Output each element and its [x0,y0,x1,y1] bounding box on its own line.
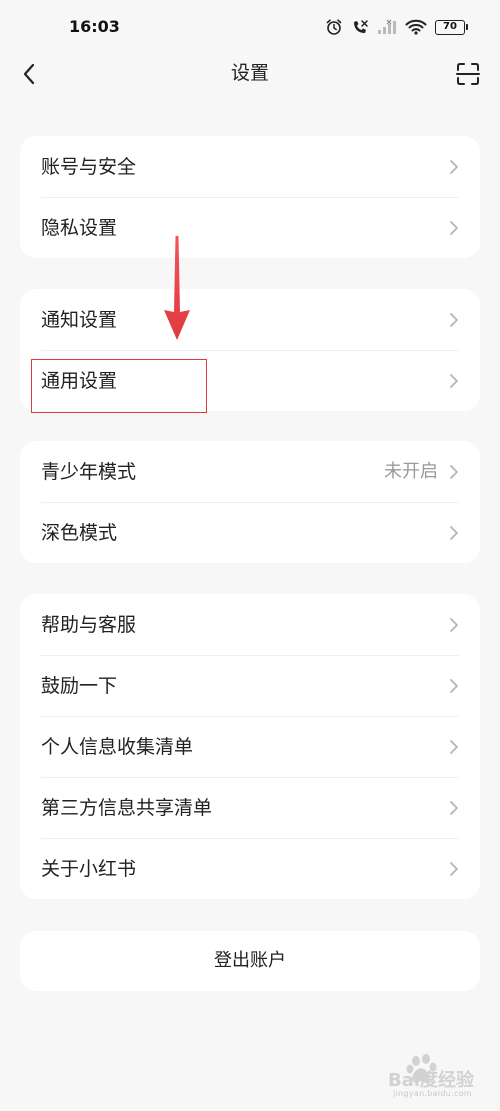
settings-item-label: 通知设置 [41,308,118,331]
wifi-icon [405,19,427,35]
page-title: 设置 [230,62,269,84]
settings-item-teen-mode[interactable]: 青少年模式 未开启 [20,441,480,502]
settings-item-label: 关于小红书 [41,857,137,880]
watermark-brand: Bai度经验 [388,1069,475,1091]
teen-mode-status: 未开启 [384,460,438,482]
settings-item-about[interactable]: 关于小红书 [20,838,480,899]
logout-button[interactable]: 登出账户 [20,931,480,991]
logout-label: 登出账户 [214,950,286,971]
back-button[interactable] [14,59,44,89]
settings-item-encourage[interactable]: 鼓励一下 [20,655,480,716]
annotation-highlight-box [31,359,207,413]
nav-bar: 设置 [0,50,500,100]
settings-item-label: 隐私设置 [41,216,118,239]
back-arrow-icon [23,63,35,85]
settings-group-modes: 青少年模式 未开启 深色模式 [20,441,480,563]
settings-item-label: 鼓励一下 [41,674,118,697]
battery-level: 70 [443,20,457,32]
chevron-right-icon [448,616,460,634]
call-blocked-icon [351,18,369,36]
chevron-right-icon [448,463,460,481]
status-bar: 16:03 70 [0,0,500,50]
annotation-arrow-icon [164,236,190,340]
chevron-right-icon [448,799,460,817]
chevron-right-icon [448,738,460,756]
settings-item-label: 第三方信息共享清单 [41,796,213,819]
settings-group-account: 账号与安全 隐私设置 [20,136,480,258]
settings-item-third-party-sharing[interactable]: 第三方信息共享清单 [20,777,480,838]
settings-item-account-security[interactable]: 账号与安全 [20,136,480,197]
chevron-right-icon [448,311,460,329]
signal-icon [377,19,397,35]
battery-icon: 70 [435,19,465,35]
watermark-site: jingyan.baidu.com [393,1089,472,1098]
settings-item-help[interactable]: 帮助与客服 [20,594,480,655]
settings-item-privacy[interactable]: 隐私设置 [20,197,480,258]
scan-button[interactable] [452,59,484,89]
status-time: 16:03 [69,17,120,36]
battery-indicator: 70 [435,19,468,35]
settings-item-label: 帮助与客服 [41,613,137,636]
chevron-right-icon [448,524,460,542]
settings-item-label: 账号与安全 [41,155,137,178]
chevron-right-icon [448,860,460,878]
chevron-right-icon [448,677,460,695]
settings-item-dark-mode[interactable]: 深色模式 [20,502,480,563]
settings-item-personal-info-list[interactable]: 个人信息收集清单 [20,716,480,777]
chevron-right-icon [448,158,460,176]
chevron-right-icon [448,219,460,237]
chevron-right-icon [448,372,460,390]
alarm-icon [325,18,343,36]
settings-group-help: 帮助与客服 鼓励一下 个人信息收集清单 第三方信息共享清单 关于小红书 [20,594,480,899]
settings-item-label: 青少年模式 [41,460,137,483]
settings-item-label: 深色模式 [41,521,118,544]
status-icons: 70 [317,16,468,38]
settings-item-label: 个人信息收集清单 [41,735,194,758]
settings-item-notifications[interactable]: 通知设置 [20,289,480,350]
scan-icon [456,63,480,85]
battery-cap [466,24,468,30]
